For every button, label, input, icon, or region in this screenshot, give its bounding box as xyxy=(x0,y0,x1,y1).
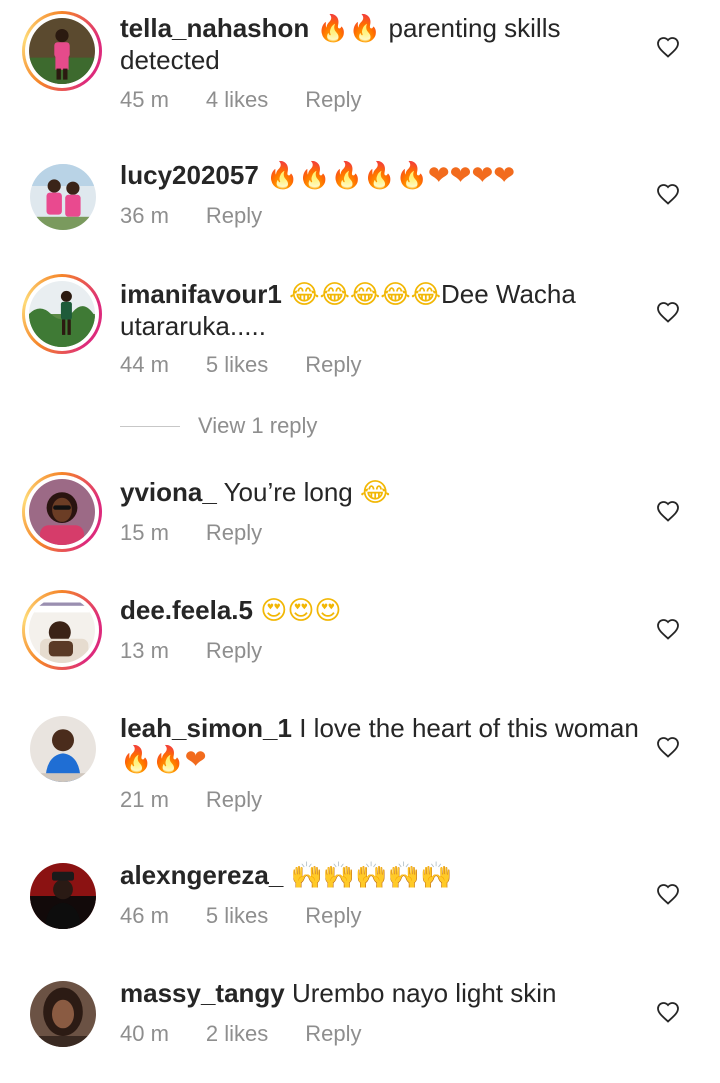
comment-text: imanifavour1 😂😂😂😂😂Dee Wacha utararuka...… xyxy=(120,279,640,342)
avatar-image xyxy=(29,479,95,545)
comment-time: 46 m xyxy=(120,903,169,928)
reply-button[interactable]: Reply xyxy=(305,1021,361,1047)
avatar-image xyxy=(30,863,96,929)
reply-button[interactable]: Reply xyxy=(305,352,361,378)
comment-emoji: 🙌🙌🙌🙌🙌 xyxy=(290,861,453,891)
view-replies-line xyxy=(120,425,180,427)
comment-time: 15 m xyxy=(120,520,169,545)
reply-button[interactable]: Reply xyxy=(206,203,262,229)
comment-time: 44 m xyxy=(120,352,169,377)
like-heart-icon[interactable] xyxy=(656,618,680,640)
comment-emoji: 🔥🔥 xyxy=(316,14,382,44)
comment-meta: 45 m 4 likes Reply xyxy=(120,87,399,113)
comment-likes[interactable]: 2 likes xyxy=(206,1021,268,1047)
comment-time: 13 m xyxy=(120,638,169,663)
comment-text: leah_simon_1 I love the heart of this wo… xyxy=(120,713,640,776)
avatar-image xyxy=(30,164,96,230)
avatar-image xyxy=(29,18,95,84)
like-heart-icon[interactable] xyxy=(656,883,680,905)
comment-body: I love the heart of this woman xyxy=(299,713,639,743)
comment-emoji: 🔥🔥🔥🔥🔥❤❤❤❤ xyxy=(266,161,516,191)
comment-text: massy_tangy Urembo nayo light skin xyxy=(120,978,640,1009)
comment-username[interactable]: imanifavour1 xyxy=(120,279,282,309)
comment-username[interactable]: tella_nahashon xyxy=(120,13,309,43)
comment-username[interactable]: leah_simon_1 xyxy=(120,713,292,743)
comment-meta: 36 m Reply xyxy=(120,203,299,229)
comment-time: 36 m xyxy=(120,203,169,228)
comment-text: yviona_ You’re long 😂 xyxy=(120,477,640,509)
comment-time: 40 m xyxy=(120,1021,169,1046)
comment-username[interactable]: massy_tangy xyxy=(120,978,285,1008)
comment-meta: 21 m Reply xyxy=(120,787,299,813)
reply-button[interactable]: Reply xyxy=(305,87,361,113)
view-replies-button[interactable]: View 1 reply xyxy=(120,413,317,439)
comment-likes[interactable]: 5 likes xyxy=(206,903,268,929)
comment-emoji: 😂 xyxy=(359,478,391,508)
like-heart-icon[interactable] xyxy=(656,736,680,758)
comment-username[interactable]: lucy202057 xyxy=(120,160,259,190)
reply-button[interactable]: Reply xyxy=(206,520,262,546)
avatar[interactable] xyxy=(22,590,102,670)
comment-body: Urembo nayo light skin xyxy=(292,978,557,1008)
comment-username[interactable]: dee.feela.5 xyxy=(120,595,253,625)
comment-text: lucy202057 🔥🔥🔥🔥🔥❤❤❤❤ xyxy=(120,160,640,192)
avatar-image xyxy=(29,281,95,347)
comment-meta: 13 m Reply xyxy=(120,638,299,664)
view-replies-label[interactable]: View 1 reply xyxy=(198,413,317,439)
comment-likes[interactable]: 5 likes xyxy=(206,352,268,378)
comment-time: 45 m xyxy=(120,87,169,112)
comment-time: 21 m xyxy=(120,787,169,812)
avatar[interactable] xyxy=(30,981,96,1047)
comment-meta: 44 m 5 likes Reply xyxy=(120,352,399,378)
like-heart-icon[interactable] xyxy=(656,183,680,205)
avatar[interactable] xyxy=(30,863,96,929)
avatar[interactable] xyxy=(22,472,102,552)
comment-meta: 46 m 5 likes Reply xyxy=(120,903,399,929)
like-heart-icon[interactable] xyxy=(656,500,680,522)
comment-likes[interactable]: 4 likes xyxy=(206,87,268,113)
like-heart-icon[interactable] xyxy=(656,301,680,323)
avatar[interactable] xyxy=(22,274,102,354)
comment-text: alexngereza_ 🙌🙌🙌🙌🙌 xyxy=(120,860,640,892)
comment-text: dee.feela.5 😍😍😍 xyxy=(120,595,640,627)
reply-button[interactable]: Reply xyxy=(206,787,262,813)
comment-meta: 40 m 2 likes Reply xyxy=(120,1021,399,1047)
reply-button[interactable]: Reply xyxy=(305,903,361,929)
avatar[interactable] xyxy=(30,164,96,230)
avatar-image xyxy=(30,716,96,782)
avatar-image xyxy=(29,597,95,663)
comment-emoji: 🔥🔥❤ xyxy=(120,745,207,775)
avatar[interactable] xyxy=(22,11,102,91)
comment-username[interactable]: yviona_ xyxy=(120,477,217,507)
comment-meta: 15 m Reply xyxy=(120,520,299,546)
avatar[interactable] xyxy=(30,716,96,782)
like-heart-icon[interactable] xyxy=(656,36,680,58)
comment-body: You’re long xyxy=(223,477,353,507)
avatar-image xyxy=(30,981,96,1047)
comment-text: tella_nahashon 🔥🔥 parenting skills detec… xyxy=(120,13,640,76)
comment-emoji: 😍😍😍 xyxy=(260,596,342,626)
reply-button[interactable]: Reply xyxy=(206,638,262,664)
comment-emoji: 😂😂😂😂😂 xyxy=(289,280,441,310)
like-heart-icon[interactable] xyxy=(656,1001,680,1023)
comment-username[interactable]: alexngereza_ xyxy=(120,860,283,890)
